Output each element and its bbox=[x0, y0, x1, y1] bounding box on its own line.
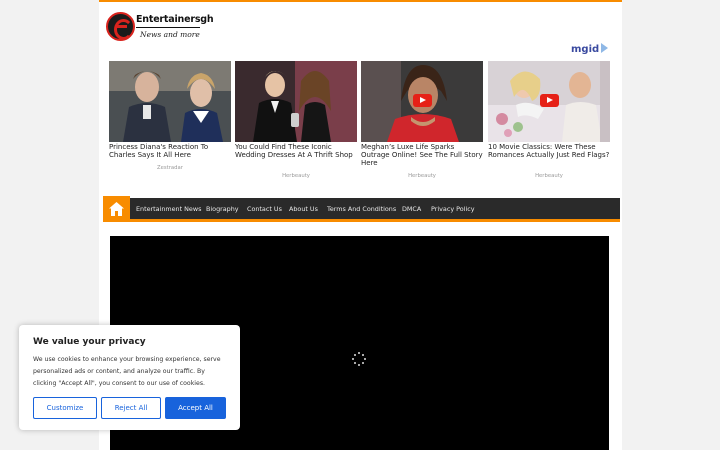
logo-emblem-icon bbox=[106, 12, 135, 41]
ad-title[interactable]: You Could Find These Iconic Wedding Dres… bbox=[235, 143, 357, 159]
nav-item-entertainment-news[interactable]: Entertainment News bbox=[136, 205, 201, 213]
main-navigation: Entertainment News Biography Contact Us … bbox=[103, 196, 620, 222]
home-button[interactable] bbox=[103, 196, 130, 222]
nav-item-about-us[interactable]: About Us bbox=[289, 205, 318, 213]
loading-spinner-icon bbox=[352, 352, 366, 366]
ad-card[interactable]: Meghan’s Luxe Life Sparks Outrage Online… bbox=[361, 61, 483, 185]
logo-underline bbox=[136, 27, 200, 28]
nav-item-dmca[interactable]: DMCA bbox=[402, 205, 421, 213]
reject-all-button[interactable]: Reject All bbox=[101, 397, 161, 419]
nav-item-biography[interactable]: Biography bbox=[206, 205, 239, 213]
nav-item-privacy-policy[interactable]: Privacy Policy bbox=[431, 205, 475, 213]
ad-source: Herbeauty bbox=[282, 173, 310, 179]
ad-title[interactable]: Meghan’s Luxe Life Sparks Outrage Online… bbox=[361, 143, 483, 167]
ad-title[interactable]: Princess Diana's Reaction To Charles Say… bbox=[109, 143, 231, 159]
customize-button[interactable]: Customize bbox=[33, 397, 97, 419]
consent-title: We value your privacy bbox=[33, 337, 146, 347]
consent-text: We use cookies to enhance your browsing … bbox=[33, 356, 221, 387]
ad-image[interactable] bbox=[235, 61, 357, 142]
ad-network-badge[interactable]: mgid bbox=[571, 43, 609, 55]
ad-source: Zestradar bbox=[157, 165, 183, 171]
site-name: Entertainersgh bbox=[136, 14, 214, 25]
adchoices-icon bbox=[601, 43, 609, 53]
video-play-icon[interactable] bbox=[540, 94, 559, 107]
nav-item-terms-and-conditions[interactable]: Terms And Conditions bbox=[327, 205, 396, 213]
ad-image[interactable] bbox=[488, 61, 610, 142]
cookie-consent-banner: We value your privacy We use cookies to … bbox=[19, 325, 240, 430]
ad-image[interactable] bbox=[361, 61, 483, 142]
video-play-icon[interactable] bbox=[413, 94, 432, 107]
ad-card[interactable]: You Could Find These Iconic Wedding Dres… bbox=[235, 61, 357, 185]
site-tagline: News and more bbox=[140, 30, 200, 39]
ad-card[interactable]: Princess Diana's Reaction To Charles Say… bbox=[109, 61, 231, 185]
mgid-logo-text: mgid bbox=[571, 44, 600, 55]
ad-card[interactable]: 10 Movie Classics: Were These Romances A… bbox=[488, 61, 610, 185]
home-icon bbox=[109, 202, 124, 216]
ad-source: Herbeauty bbox=[408, 173, 436, 179]
site-logo[interactable]: Entertainersgh News and more bbox=[106, 11, 226, 45]
nav-item-contact-us[interactable]: Contact Us bbox=[247, 205, 282, 213]
sponsored-ads: Princess Diana's Reaction To Charles Say… bbox=[109, 61, 611, 185]
ad-image[interactable] bbox=[109, 61, 231, 142]
accept-all-button[interactable]: Accept All bbox=[165, 397, 226, 419]
ad-source: Herbeauty bbox=[535, 173, 563, 179]
ad-title[interactable]: 10 Movie Classics: Were These Romances A… bbox=[488, 143, 610, 159]
